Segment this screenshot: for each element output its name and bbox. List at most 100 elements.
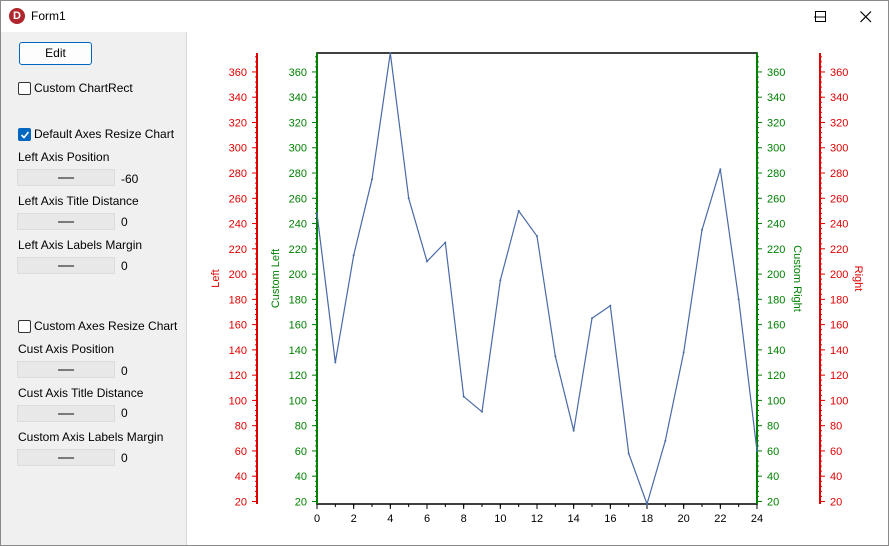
left-axis-tick-label: 120 xyxy=(229,370,247,382)
data-point xyxy=(334,361,337,364)
line-chart[interactable]: 2040608010012014016018020022024026028030… xyxy=(187,32,888,545)
custom-left-axis-tick-label: 100 xyxy=(289,395,307,407)
maximize-icon xyxy=(815,11,826,22)
custom-left-axis-tick-label: 140 xyxy=(289,345,307,357)
left-axis-tick-label: 240 xyxy=(229,219,247,231)
data-point xyxy=(462,395,465,398)
edit-button[interactable]: Edit xyxy=(19,42,92,65)
custom-left-axis-tick-label: 340 xyxy=(289,92,307,104)
left-axis-tick-label: 300 xyxy=(229,143,247,155)
data-point xyxy=(371,178,373,181)
custom-left-axis-tick-label: 20 xyxy=(295,496,307,508)
custom-right-axis-tick-label: 60 xyxy=(767,446,779,458)
cust-axis-position-value: 0 xyxy=(121,364,128,378)
right-axis-tick-label: 120 xyxy=(830,370,848,382)
data-point xyxy=(664,439,667,442)
data-point xyxy=(646,503,648,505)
left-axis-title-distance-slider[interactable] xyxy=(17,213,115,230)
custom-right-axis-tick-label: 180 xyxy=(767,294,785,306)
left-axis-tick-label: 360 xyxy=(229,67,247,79)
data-point xyxy=(517,209,520,212)
checkbox-box-checked[interactable] xyxy=(18,128,31,141)
custom-axis-labels-margin-label: Custom Axis Labels Margin xyxy=(18,430,164,444)
maximize-button[interactable] xyxy=(798,1,844,32)
custom-left-axis-tick-label: 320 xyxy=(289,117,307,129)
title-bar[interactable]: D Form1 xyxy=(1,1,888,32)
left-axis-tick-label: 260 xyxy=(229,193,247,205)
data-point xyxy=(737,298,740,301)
custom-left-axis-tick-label: 180 xyxy=(289,294,307,306)
right-axis-tick-label: 260 xyxy=(830,193,848,205)
data-point xyxy=(536,235,538,238)
data-point xyxy=(756,449,758,452)
left-axis-title-distance-value: 0 xyxy=(121,215,128,229)
data-point xyxy=(719,168,722,171)
custom-left-axis-tick-label: 300 xyxy=(289,143,307,155)
slider-thumb[interactable] xyxy=(58,369,74,371)
data-point xyxy=(426,260,428,263)
left-axis-labels-margin-slider[interactable] xyxy=(17,257,115,274)
cust-axis-title-distance-slider[interactable] xyxy=(17,405,115,422)
x-tick-label: 18 xyxy=(641,513,653,525)
x-tick-label: 2 xyxy=(351,513,357,525)
slider-thumb[interactable] xyxy=(58,457,74,459)
checkbox-box[interactable] xyxy=(18,82,31,95)
right-axis-tick-label: 140 xyxy=(830,345,848,357)
x-tick-label: 0 xyxy=(314,513,320,525)
x-tick-label: 8 xyxy=(461,513,467,525)
data-point xyxy=(554,355,557,358)
custom-axes-label: Custom Axes Resize Chart xyxy=(34,319,178,333)
right-axis-tick-label: 80 xyxy=(830,421,842,433)
data-point xyxy=(352,254,355,257)
left-axis-position-value: -60 xyxy=(121,172,139,186)
left-axis-tick-label: 160 xyxy=(229,320,247,332)
right-axis-tick-label: 100 xyxy=(830,395,848,407)
cust-axis-position-slider[interactable] xyxy=(17,361,115,378)
slider-thumb[interactable] xyxy=(58,265,74,267)
custom-axis-labels-margin-value: 0 xyxy=(121,451,128,465)
custom-left-axis-title: Custom Left xyxy=(270,249,282,308)
data-point xyxy=(682,351,685,354)
custom-left-axis-tick-label: 200 xyxy=(289,269,307,281)
custom-left-axis-tick-label: 240 xyxy=(289,219,307,231)
left-axis-tick-label: 200 xyxy=(229,269,247,281)
left-axis-tick-label: 280 xyxy=(229,168,247,180)
slider-thumb[interactable] xyxy=(58,221,74,223)
data-point xyxy=(407,197,410,200)
main-window: D Form1 Edit Custom ChartRect Default Ax… xyxy=(0,0,889,546)
left-axis-position-label: Left Axis Position xyxy=(18,150,110,164)
custom-right-axis-tick-label: 100 xyxy=(767,395,785,407)
custom-right-axis-title: Custom Right xyxy=(791,245,803,312)
chart-area[interactable]: 20 40 60 80 100 120 140 160 180 200 220 240 260 280 30… xyxy=(187,32,888,545)
custom-right-axis-tick-label: 280 xyxy=(767,168,785,180)
slider-thumb[interactable] xyxy=(58,413,74,415)
x-tick-label: 12 xyxy=(531,513,543,525)
settings-panel: Edit Custom ChartRect Default Axes Resiz… xyxy=(1,32,187,545)
right-axis-tick-label: 320 xyxy=(830,117,848,129)
left-axis-title: Left xyxy=(210,269,222,287)
custom-left-axis-tick-label: 60 xyxy=(295,446,307,458)
custom-axis-labels-margin-slider[interactable] xyxy=(17,449,115,466)
right-axis-tick-label: 220 xyxy=(830,244,848,256)
left-axis-position-slider[interactable] xyxy=(17,169,115,186)
slider-thumb[interactable] xyxy=(58,177,74,179)
right-axis-tick-label: 340 xyxy=(830,92,848,104)
custom-left-axis-tick-label: 160 xyxy=(289,320,307,332)
checkbox-box[interactable] xyxy=(18,320,31,333)
custom-chartrect-label: Custom ChartRect xyxy=(34,81,133,95)
custom-left-axis-tick-label: 40 xyxy=(295,471,307,483)
app-icon-letter: D xyxy=(13,10,21,22)
close-icon xyxy=(860,11,872,23)
right-axis-tick-label: 40 xyxy=(830,471,842,483)
left-axis-tick-label: 180 xyxy=(229,294,247,306)
left-axis-title-distance-label: Left Axis Title Distance xyxy=(18,194,139,208)
data-point xyxy=(591,317,593,320)
custom-left-axis-tick-label: 280 xyxy=(289,168,307,180)
right-axis-tick-label: 240 xyxy=(830,219,848,231)
custom-left-axis-tick-label: 220 xyxy=(289,244,307,256)
custom-left-axis-tick-label: 360 xyxy=(289,67,307,79)
close-button[interactable] xyxy=(843,1,889,32)
cust-axis-title-distance-value: 0 xyxy=(121,406,128,420)
data-point xyxy=(609,304,612,307)
series-line xyxy=(316,52,758,505)
